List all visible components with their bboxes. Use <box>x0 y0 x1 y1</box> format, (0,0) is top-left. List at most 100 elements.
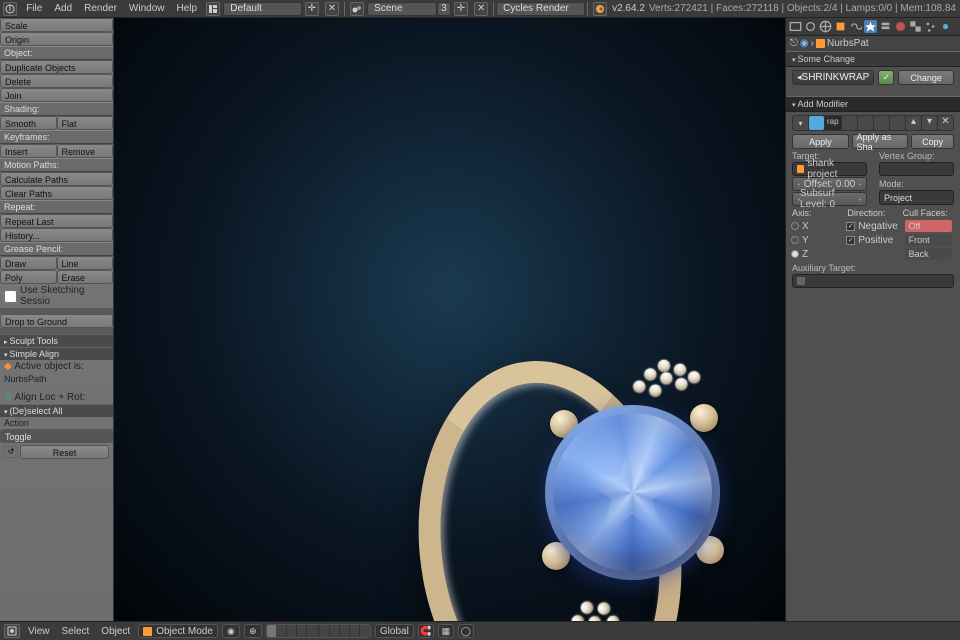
smooth-button[interactable]: Smooth <box>0 116 57 130</box>
toggle-button[interactable]: Toggle <box>0 429 113 443</box>
history-button[interactable]: History... <box>0 228 113 242</box>
reset-icon[interactable]: ↺ <box>4 446 18 458</box>
tab-material-icon[interactable] <box>894 20 907 33</box>
active-object-name: NurbsPath <box>0 373 113 385</box>
origin-button[interactable]: Origin <box>0 32 113 46</box>
viewport-shading-icon[interactable]: ◉ <box>222 624 240 638</box>
modifier-type[interactable]: ◂ SHRINKWRAP <box>792 70 874 85</box>
proportional-icon[interactable]: ◯ <box>458 624 474 638</box>
menu-view[interactable]: View <box>24 626 54 637</box>
insert-button[interactable]: Insert <box>0 144 57 158</box>
deselect-all-section[interactable]: (De)select All <box>0 404 113 417</box>
mod-moveup-icon[interactable]: ▴ <box>906 116 921 130</box>
menu-window[interactable]: Window <box>123 3 171 14</box>
mod-editmode-icon[interactable] <box>874 116 889 130</box>
tab-scene-icon[interactable] <box>804 20 817 33</box>
aux-target-field[interactable] <box>792 274 954 288</box>
axis-x-radio[interactable]: X <box>790 219 845 233</box>
mod-movedown-icon[interactable]: ▾ <box>922 116 937 130</box>
sculpt-tools-section[interactable]: Sculpt Tools <box>0 334 113 347</box>
dir-positive-checkbox[interactable]: ✓Positive <box>845 233 900 247</box>
menu-help[interactable]: Help <box>171 3 204 14</box>
apply-as-shape-button[interactable]: Apply as Sha <box>852 134 909 149</box>
repeat-last-button[interactable]: Repeat Last <box>0 214 113 228</box>
apply-button[interactable]: Apply <box>792 134 849 149</box>
mode-selector[interactable]: Object Mode <box>138 624 218 638</box>
draw-button[interactable]: Draw <box>0 256 57 270</box>
menu-select[interactable]: Select <box>58 626 94 637</box>
change-button[interactable]: Change <box>898 70 954 85</box>
apply-check-icon[interactable]: ✓ <box>878 70 894 85</box>
cull-front-button[interactable]: Front <box>905 234 952 246</box>
repeat-header: Repeat: <box>0 200 113 214</box>
duplicate-button[interactable]: Duplicate Objects <box>0 60 113 74</box>
scene-selector[interactable]: Scene <box>367 2 437 16</box>
scene-users[interactable]: 3 <box>437 2 451 16</box>
snap-icon[interactable]: 🧲 <box>418 624 434 638</box>
add-modifier-dropdown[interactable]: Add Modifier <box>786 96 960 112</box>
mod-delete-icon[interactable]: ✕ <box>938 116 953 130</box>
mod-render-icon[interactable] <box>842 116 857 130</box>
cull-back-button[interactable]: Back <box>905 248 952 260</box>
scale-button[interactable]: Scale <box>0 18 113 32</box>
scene-icon[interactable] <box>350 2 364 16</box>
dir-negative-checkbox[interactable]: ✓Negative <box>845 219 900 233</box>
tab-constraints-icon[interactable] <box>849 20 862 33</box>
menu-object[interactable]: Object <box>97 626 134 637</box>
tab-physics-icon[interactable] <box>939 20 952 33</box>
subsurf-field[interactable]: Subsurf Level: 0 <box>792 192 867 206</box>
layer-buttons[interactable] <box>266 624 371 638</box>
editor-type-icon[interactable] <box>4 624 20 638</box>
axis-z-radio[interactable]: Z <box>790 247 845 261</box>
line-button[interactable]: Line <box>57 256 114 270</box>
snap-type-icon[interactable]: ▦ <box>438 624 454 638</box>
world-link-icon[interactable]: ◉ <box>800 38 809 49</box>
info-icon[interactable]: i <box>3 2 17 16</box>
clear-paths-button[interactable]: Clear Paths <box>0 186 113 200</box>
object-name[interactable]: NurbsPat <box>827 38 869 49</box>
delete-button[interactable]: Delete <box>0 74 113 88</box>
tab-particles-icon[interactable] <box>924 20 937 33</box>
tab-world-icon[interactable] <box>819 20 832 33</box>
scene-link-icon[interactable]: ⎋ <box>790 38 798 49</box>
mode-dropdown[interactable]: Project <box>879 190 954 205</box>
scene-add-icon[interactable]: ✛ <box>454 2 468 16</box>
join-button[interactable]: Join <box>0 88 113 102</box>
erase-button[interactable]: Erase <box>57 270 114 284</box>
tab-modifiers-icon[interactable] <box>864 20 877 33</box>
mod-cage-icon[interactable] <box>890 116 905 130</box>
remove-button[interactable]: Remove <box>57 144 114 158</box>
mod-expand-icon[interactable]: ▾ <box>793 116 808 130</box>
tab-object-icon[interactable] <box>834 20 847 33</box>
simple-align-section[interactable]: Simple Align <box>0 347 113 360</box>
vgroup-field[interactable] <box>879 162 954 176</box>
target-field[interactable]: shank project <box>792 162 867 176</box>
mod-realtime-icon[interactable] <box>858 116 873 130</box>
layout-icon[interactable] <box>206 2 220 16</box>
axis-y-radio[interactable]: Y <box>790 233 845 247</box>
orientation-selector[interactable]: Global <box>375 624 414 638</box>
cull-off-button[interactable]: Off <box>905 220 952 232</box>
layout-selector[interactable]: Default <box>223 2 301 16</box>
copy-button[interactable]: Copy <box>911 134 954 149</box>
reset-button[interactable]: Reset <box>20 445 109 459</box>
pivot-icon[interactable]: ⊕ <box>244 624 262 638</box>
tab-texture-icon[interactable] <box>909 20 922 33</box>
some-change-panel[interactable]: Some Change <box>786 51 960 67</box>
render-engine[interactable]: Cycles Render <box>496 2 585 16</box>
menu-file[interactable]: File <box>20 3 48 14</box>
tab-data-icon[interactable] <box>879 20 892 33</box>
tab-render-icon[interactable] <box>789 20 802 33</box>
menu-add[interactable]: Add <box>48 3 78 14</box>
layout-add-icon[interactable]: ✛ <box>305 2 319 16</box>
calc-paths-button[interactable]: Calculate Paths <box>0 172 113 186</box>
mod-name-field[interactable]: rap <box>825 116 841 130</box>
flat-button[interactable]: Flat <box>57 116 114 130</box>
drop-to-ground-button[interactable]: Drop to Ground <box>0 314 113 328</box>
3d-viewport[interactable] <box>114 18 785 621</box>
sketching-checkbox[interactable]: Use Sketching Sessio <box>0 284 113 308</box>
menu-render[interactable]: Render <box>78 3 123 14</box>
scene-remove-icon[interactable]: ✕ <box>474 2 488 16</box>
poly-button[interactable]: Poly <box>0 270 57 284</box>
layout-remove-icon[interactable]: ✕ <box>325 2 339 16</box>
